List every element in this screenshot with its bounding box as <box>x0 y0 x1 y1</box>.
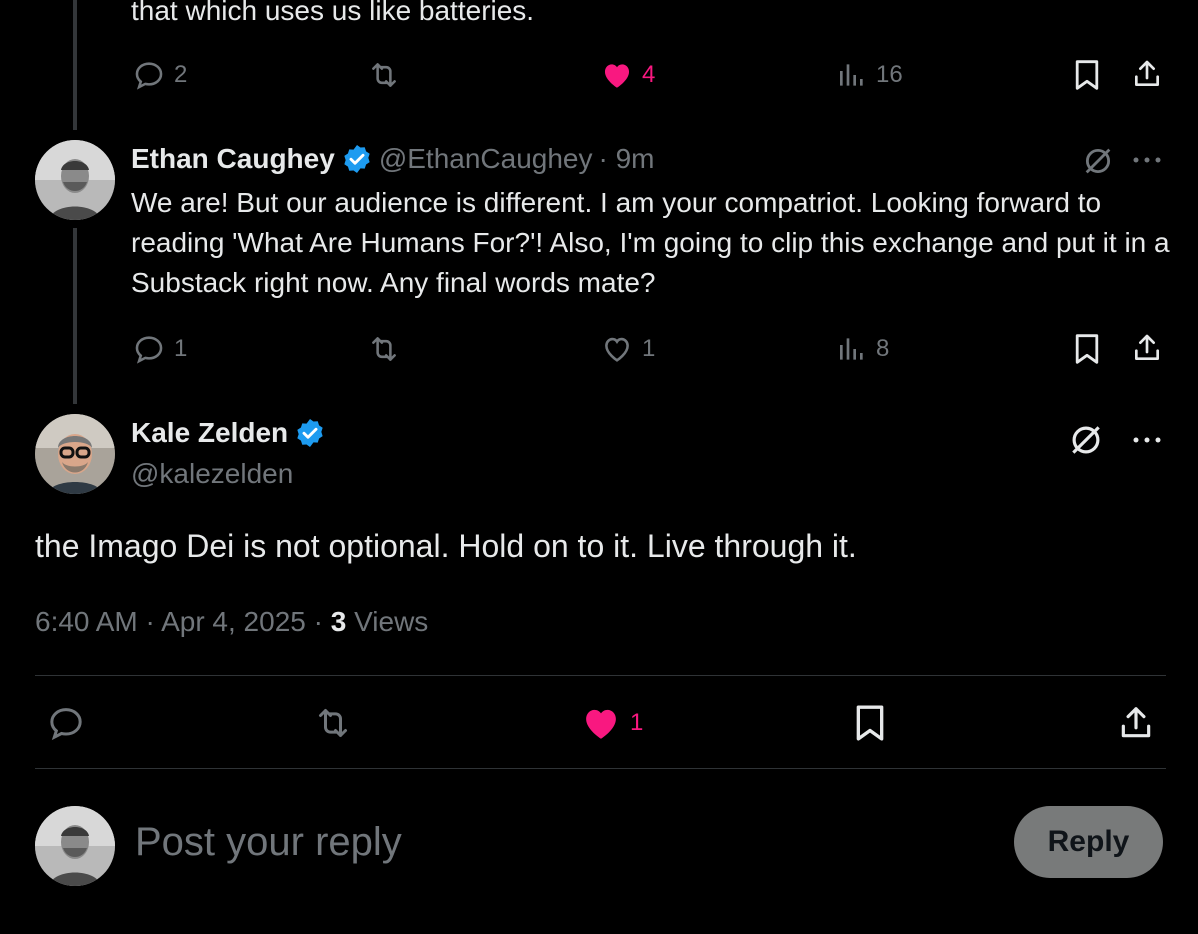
share-icon <box>1121 707 1151 738</box>
share-icon <box>1135 60 1159 86</box>
tweet-header: Ethan Caughey @EthanCaughey · 9m <box>131 139 655 179</box>
repost-button[interactable] <box>365 332 403 366</box>
reply-button[interactable] <box>45 702 87 744</box>
avatar[interactable] <box>35 414 115 494</box>
display-name[interactable]: Ethan Caughey <box>131 143 335 175</box>
heart-filled-icon <box>604 64 630 88</box>
reply-count: 1 <box>174 335 188 362</box>
share-icon <box>1135 334 1159 360</box>
tweet-meta: 6:40 AM · Apr 4, 2025 · 3 Views <box>35 602 428 642</box>
avatar-image <box>35 414 115 494</box>
more-icon <box>1133 437 1161 443</box>
separator: · <box>145 606 155 637</box>
bookmark-icon <box>856 705 884 741</box>
reply-icon <box>50 708 82 741</box>
verified-badge-icon <box>344 145 370 173</box>
avatar[interactable] <box>35 140 115 220</box>
repost-icon <box>372 337 396 361</box>
analytics-icon <box>840 338 863 360</box>
like-count: 1 <box>642 335 656 362</box>
bookmark-button[interactable] <box>1072 332 1102 366</box>
more-button[interactable] <box>1130 145 1164 175</box>
like-action[interactable]: 1 <box>600 332 655 366</box>
timestamp[interactable]: · 9m <box>599 143 655 175</box>
thread-line <box>73 0 77 130</box>
views-count: 3 <box>330 606 347 637</box>
reply-action[interactable]: 2 <box>132 58 187 92</box>
views-label: Views <box>354 606 429 637</box>
tweet-header: Kale Zelden <box>131 413 326 453</box>
repost-icon <box>319 709 347 737</box>
repost-icon <box>372 63 396 87</box>
reply-icon <box>135 62 163 90</box>
repost-button[interactable] <box>365 58 403 92</box>
like-count: 4 <box>642 61 656 88</box>
bookmark-button[interactable] <box>1072 58 1102 92</box>
grok-icon <box>1072 426 1100 454</box>
bookmark-button[interactable] <box>852 702 888 744</box>
display-name[interactable]: Kale Zelden <box>131 417 288 449</box>
reply-action[interactable]: 1 <box>132 332 187 366</box>
more-icon <box>1133 157 1161 163</box>
views-count: 8 <box>876 335 890 362</box>
avatar-image <box>35 806 115 886</box>
divider <box>35 768 1166 769</box>
thread-line <box>73 228 77 404</box>
main-tweet-text: the Imago Dei is not optional. Hold on t… <box>35 528 857 564</box>
share-button[interactable] <box>1130 330 1164 366</box>
bookmark-icon <box>1075 334 1099 364</box>
more-button[interactable] <box>1130 425 1164 455</box>
grok-icon <box>1085 148 1111 174</box>
heart-icon <box>605 337 629 362</box>
tweet-text: that which uses us like batteries. <box>131 0 535 26</box>
like-action[interactable]: 4 <box>600 58 655 92</box>
share-button[interactable] <box>1116 702 1156 744</box>
bookmark-icon <box>1075 60 1099 90</box>
repost-button[interactable] <box>311 702 355 744</box>
divider <box>35 675 1166 676</box>
handle[interactable]: @kalezelden <box>131 454 293 494</box>
like-count: 1 <box>630 709 644 736</box>
reply-icon <box>135 336 163 364</box>
user-avatar[interactable] <box>35 806 115 886</box>
tweet-text: We are! But our audience is different. I… <box>131 187 1170 298</box>
post-date[interactable]: Apr 4, 2025 <box>161 606 306 637</box>
views-action[interactable]: 8 <box>836 332 889 366</box>
reply-button[interactable]: Reply <box>1014 806 1163 878</box>
separator: · <box>313 606 323 637</box>
reply-input[interactable]: Post your reply <box>135 817 995 867</box>
grok-button[interactable] <box>1080 143 1116 179</box>
like-action[interactable]: 1 <box>580 702 643 744</box>
post-time[interactable]: 6:40 AM <box>35 606 138 637</box>
views-action[interactable]: 16 <box>836 58 903 92</box>
heart-filled-icon <box>586 709 616 739</box>
verified-badge-icon <box>297 419 323 447</box>
views-count: 16 <box>876 61 903 88</box>
reply-count: 2 <box>174 61 188 88</box>
grok-button[interactable] <box>1066 420 1106 460</box>
handle[interactable]: @EthanCaughey <box>379 143 593 175</box>
avatar-image <box>35 140 115 220</box>
share-button[interactable] <box>1130 56 1164 92</box>
analytics-icon <box>840 64 863 86</box>
